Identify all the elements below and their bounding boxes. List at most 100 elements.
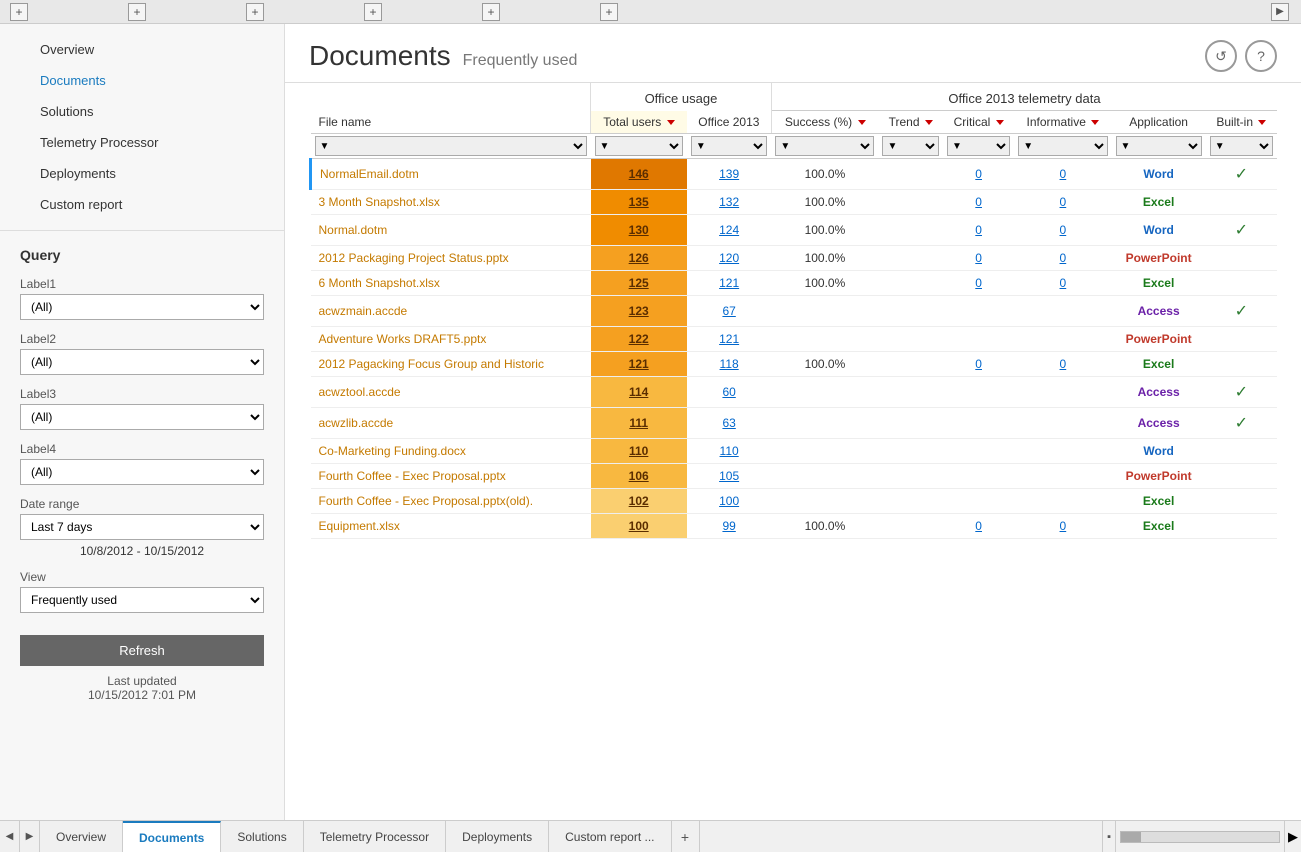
refresh-button[interactable]: Refresh	[20, 635, 264, 666]
file-name-link[interactable]: acwzmain.accde	[319, 304, 408, 318]
critical-link[interactable]: 0	[975, 357, 982, 371]
trend-filter[interactable]: ▼	[882, 136, 939, 156]
file-name-link[interactable]: NormalEmail.dotm	[320, 167, 419, 181]
tab-scroll-right[interactable]: ▶	[20, 821, 40, 852]
table-row[interactable]: Equipment.xlsx10099100.0%00Excel	[311, 514, 1278, 539]
table-row[interactable]: Fourth Coffee - Exec Proposal.pptx(old).…	[311, 489, 1278, 514]
sidebar-item-solutions[interactable]: Solutions	[0, 96, 284, 127]
table-row[interactable]: 2012 Packaging Project Status.pptx 126 120…	[311, 246, 1278, 271]
total-users-link[interactable]: 114	[629, 385, 648, 399]
total-users-link[interactable]: 126	[629, 251, 649, 265]
success-filter[interactable]: ▼	[775, 136, 874, 156]
bottom-tab-deployments[interactable]: Deployments	[446, 821, 549, 852]
file-name-link[interactable]: Equipment.xlsx	[319, 519, 400, 533]
critical-link[interactable]: 0	[975, 223, 982, 237]
office2013-link[interactable]: 110	[720, 444, 739, 458]
table-row[interactable]: 2012 Pagacking Focus Group and Historic 1…	[311, 352, 1278, 377]
scroll-thumb[interactable]	[1121, 832, 1141, 842]
informative-link[interactable]: 0	[1060, 251, 1067, 265]
informative-link[interactable]: 0	[1060, 223, 1067, 237]
total-users-link[interactable]: 106	[629, 469, 649, 483]
total-users-link[interactable]: 135	[629, 195, 649, 209]
table-row[interactable]: 6 Month Snapshot.xlsx125121100.0%00Excel	[311, 271, 1278, 296]
add-tab-button[interactable]: +	[672, 821, 700, 852]
sidebar-item-overview[interactable]: Overview	[0, 34, 284, 65]
file-name-link[interactable]: 2012 Pagacking Focus Group and Historic	[319, 357, 544, 371]
horizontal-scrollbar[interactable]	[1115, 821, 1284, 852]
office2013-link[interactable]: 139	[719, 167, 739, 181]
table-row[interactable]: Adventure Works DRAFT5.pptx122121PowerPo…	[311, 327, 1278, 352]
file-name-link[interactable]: Fourth Coffee - Exec Proposal.pptx	[319, 469, 506, 483]
sidebar-item-documents[interactable]: Documents	[0, 65, 284, 96]
total-users-link[interactable]: 125	[629, 276, 649, 290]
critical-link[interactable]: 0	[975, 519, 982, 533]
office2013-link[interactable]: 63	[722, 416, 735, 430]
built-in-filter[interactable]: ▼	[1210, 136, 1273, 156]
total-users-link[interactable]: 100	[629, 519, 649, 533]
file-name-filter[interactable]: ▼	[315, 136, 587, 156]
refresh-icon-button[interactable]: ↺	[1205, 40, 1237, 72]
add-tab-btn-4[interactable]: +	[364, 3, 382, 21]
file-name-link[interactable]: 3 Month Snapshot.xlsx	[319, 195, 440, 209]
informative-link[interactable]: 0	[1060, 276, 1067, 290]
add-tab-btn-1[interactable]: +	[10, 3, 28, 21]
total-users-link[interactable]: 122	[629, 332, 649, 346]
label1-select[interactable]: (All)	[20, 294, 264, 320]
office2013-link[interactable]: 121	[719, 332, 739, 346]
office2013-link[interactable]: 105	[719, 469, 739, 483]
add-tab-btn-2[interactable]: +	[128, 3, 146, 21]
office2013-link[interactable]: 120	[719, 251, 739, 265]
label3-select[interactable]: (All)	[20, 404, 264, 430]
table-row[interactable]: acwzmain.accde12367Access✓	[311, 296, 1278, 327]
total-users-link[interactable]: 123	[629, 304, 649, 318]
tab-scroll-left[interactable]: ◀	[0, 821, 20, 852]
table-row[interactable]: Normal.dotm130124100.0%00Word✓	[311, 215, 1278, 246]
total-users-link[interactable]: 146	[629, 167, 649, 181]
total-users-link[interactable]: 121	[629, 357, 649, 371]
table-row[interactable]: NormalEmail.dotm146139100.0%00Word✓	[311, 159, 1278, 190]
sidebar-item-custom-report[interactable]: Custom report	[0, 189, 284, 220]
label2-select[interactable]: (All)	[20, 349, 264, 375]
total-users-filter[interactable]: ▼	[595, 136, 683, 156]
add-tab-btn-6[interactable]: +	[600, 3, 618, 21]
total-users-link[interactable]: 102	[629, 494, 649, 508]
total-users-link[interactable]: 130	[629, 223, 649, 237]
file-name-link[interactable]: 2012 Packaging Project Status.pptx	[319, 251, 509, 265]
scroll-right-btn[interactable]: ▶	[1271, 3, 1289, 21]
file-name-link[interactable]: Adventure Works DRAFT5.pptx	[319, 332, 487, 346]
file-name-link[interactable]: acwzlib.accde	[319, 416, 394, 430]
sidebar-item-deployments[interactable]: Deployments	[0, 158, 284, 189]
critical-link[interactable]: 0	[975, 251, 982, 265]
office2013-link[interactable]: 67	[722, 304, 735, 318]
table-row[interactable]: 3 Month Snapshot.xlsx135132100.0%00Excel	[311, 190, 1278, 215]
file-name-link[interactable]: Fourth Coffee - Exec Proposal.pptx(old).	[319, 494, 534, 508]
application-filter[interactable]: ▼	[1116, 136, 1202, 156]
add-tab-btn-5[interactable]: +	[482, 3, 500, 21]
critical-link[interactable]: 0	[975, 167, 982, 181]
bottom-tab-documents[interactable]: Documents	[123, 821, 221, 852]
bottom-tab-solutions[interactable]: Solutions	[221, 821, 303, 852]
office2013-link[interactable]: 124	[719, 223, 739, 237]
file-name-link[interactable]: acwztool.accde	[319, 385, 401, 399]
label4-select[interactable]: (All)	[20, 459, 264, 485]
critical-link[interactable]: 0	[975, 276, 982, 290]
table-row[interactable]: Fourth Coffee - Exec Proposal.pptx 106 105…	[311, 464, 1278, 489]
help-icon-button[interactable]: ?	[1245, 40, 1277, 72]
informative-filter[interactable]: ▼	[1018, 136, 1107, 156]
scroll-nav-right[interactable]: ▶	[1284, 821, 1301, 852]
table-row[interactable]: acwztool.accde11460Access✓	[311, 377, 1278, 408]
total-users-link[interactable]: 111	[629, 416, 648, 430]
office2013-filter[interactable]: ▼	[691, 136, 768, 156]
bottom-tab-custom-report[interactable]: Custom report ...	[549, 821, 671, 852]
office2013-link[interactable]: 60	[722, 385, 735, 399]
file-name-link[interactable]: Normal.dotm	[319, 223, 388, 237]
informative-link[interactable]: 0	[1060, 167, 1067, 181]
office2013-link[interactable]: 132	[719, 195, 739, 209]
informative-link[interactable]: 0	[1060, 195, 1067, 209]
office2013-link[interactable]: 121	[719, 276, 739, 290]
table-row[interactable]: Co-Marketing Funding.docx110110Word	[311, 439, 1278, 464]
total-users-link[interactable]: 110	[629, 444, 648, 458]
table-row[interactable]: acwzlib.accde11163Access✓	[311, 408, 1278, 439]
informative-link[interactable]: 0	[1060, 519, 1067, 533]
office2013-link[interactable]: 118	[720, 357, 739, 371]
